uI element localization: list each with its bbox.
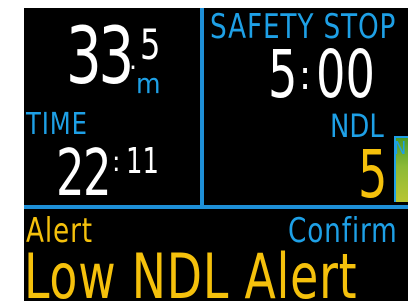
depth-unit: m: [136, 67, 161, 100]
time-separator: :: [112, 145, 121, 178]
time-minutes: 11: [126, 141, 159, 182]
ndl-bar-label: N: [394, 138, 407, 159]
alert-message: Low NDL Alert: [24, 240, 358, 301]
ndl-value: 5: [358, 136, 388, 213]
vertical-divider: [200, 8, 204, 207]
dive-computer-screen: 33 . 5 m TIME 22 : 11 SAFETY STOP 5 : 00…: [24, 8, 408, 301]
safety-stop-separator: :: [299, 53, 312, 99]
depth-decimal: 5: [140, 20, 161, 69]
time-label: TIME: [26, 107, 88, 142]
time-hours: 22: [56, 137, 112, 211]
safety-stop-seconds: 00: [316, 36, 375, 113]
depth-value: 33: [66, 12, 134, 102]
safety-stop-minutes: 5: [268, 36, 298, 113]
